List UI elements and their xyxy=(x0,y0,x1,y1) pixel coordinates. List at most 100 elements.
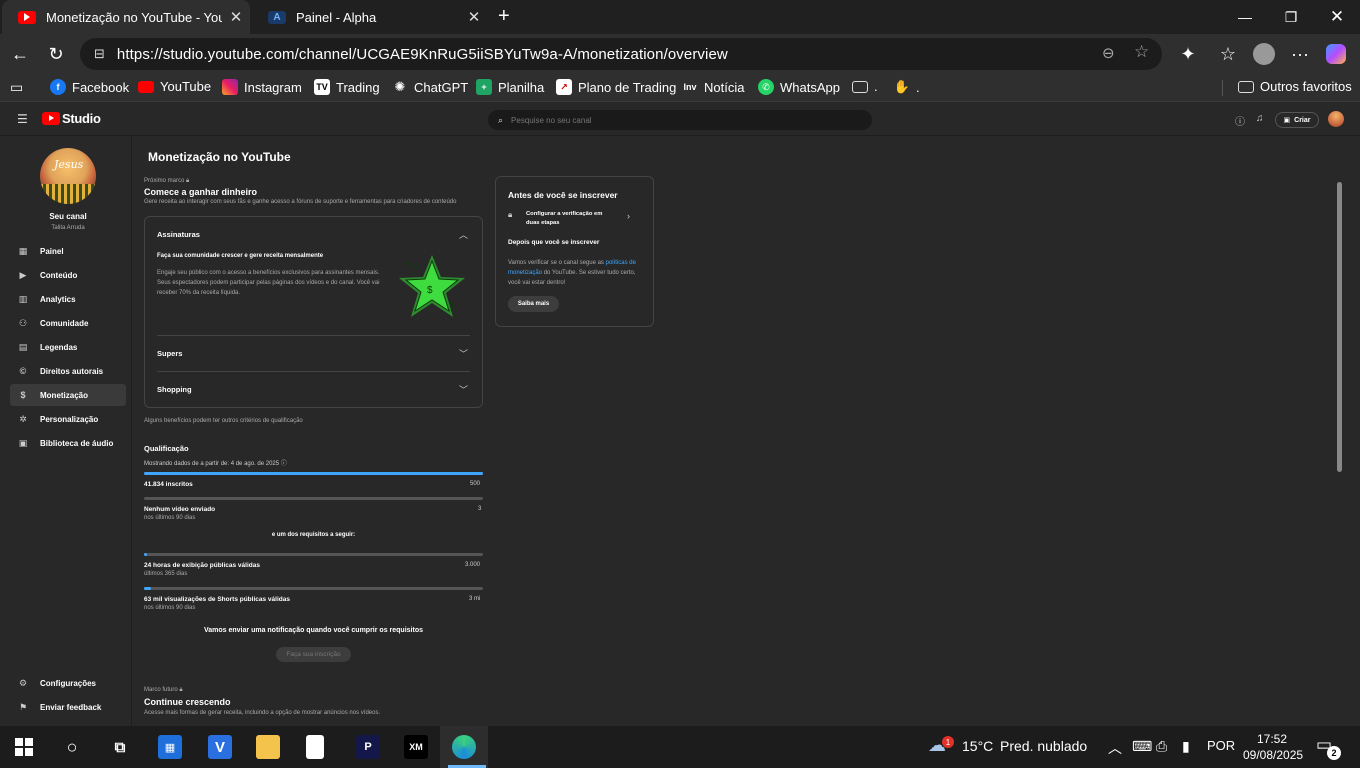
shorts-views-period: nos últimos 90 dias xyxy=(144,605,196,611)
bookmark-chatgpt[interactable]: ✺ ChatGPT xyxy=(392,79,469,95)
after-title: Depois que você se inscrever xyxy=(508,239,600,246)
clock-date[interactable]: 09/08/2025 xyxy=(1243,748,1303,762)
sidebar-item-biblioteca-de-audio[interactable]: ▣ Biblioteca de áudio xyxy=(10,432,126,454)
sidebar-item-analytics[interactable]: ▥ Analytics xyxy=(10,288,126,310)
bookmark-facebook[interactable]: f Facebook xyxy=(50,79,129,95)
chevron-down-icon[interactable]: ﹀ xyxy=(459,347,468,360)
clock-time[interactable]: 17:52 xyxy=(1243,732,1301,746)
progress-fill xyxy=(144,553,148,556)
back-icon[interactable]: ← xyxy=(6,40,34,68)
apply-button[interactable]: Faça sua inscrição xyxy=(276,647,351,662)
tradingview-icon: TV xyxy=(314,79,330,95)
task-view-icon[interactable]: ⧉ xyxy=(108,735,132,759)
minimize-icon[interactable]: — xyxy=(1222,0,1268,34)
bookmark-whatsapp[interactable]: ✆ WhatsApp xyxy=(758,79,840,95)
chevron-down-icon[interactable]: ﹀ xyxy=(459,383,468,396)
address-bar[interactable]: ⊟ https://studio.youtube.com/channel/UCG… xyxy=(80,38,1162,70)
notepad-icon[interactable] xyxy=(306,735,324,759)
accordion-subscriptions[interactable]: Assinaturas xyxy=(157,230,200,239)
bookmark-youtube[interactable]: YouTube xyxy=(138,79,211,94)
progress-fill xyxy=(144,587,151,590)
sidebar-item-monetizacao[interactable]: $ Monetização xyxy=(10,384,126,406)
tab-painel-alpha[interactable]: A Painel - Alpha ✕ xyxy=(252,0,488,34)
sidebar-item-enviar-feedback[interactable]: ⚑ Enviar feedback xyxy=(10,696,126,718)
dollar-icon: $ xyxy=(20,390,26,400)
tab-youtube-studio[interactable]: Monetização no YouTube - YouTube Studio … xyxy=(2,0,250,34)
collections-icon[interactable]: ▭ xyxy=(10,79,23,96)
sidebar-item-comunidade[interactable]: ⚇ Comunidade xyxy=(10,312,126,334)
app-p-icon[interactable]: P xyxy=(356,735,380,759)
bookmark-folder[interactable]: . xyxy=(852,79,878,94)
channel-handle: Talita Arruda xyxy=(51,225,85,231)
language-indicator[interactable]: POR xyxy=(1207,738,1235,753)
favorites-icon[interactable]: ☆ xyxy=(1214,40,1242,68)
content-icon: ▶ xyxy=(19,269,27,280)
close-tab-icon[interactable]: ✕ xyxy=(222,8,250,26)
chevron-up-icon[interactable]: ︿ xyxy=(459,228,468,241)
profile-icon[interactable] xyxy=(1250,40,1278,68)
page-scrollbar[interactable] xyxy=(1337,182,1342,472)
search-circle-icon[interactable]: ○ xyxy=(60,735,84,759)
bookmark-plano-de-trading[interactable]: ↗ Plano de Trading xyxy=(556,79,676,95)
info-icon: ⓘ xyxy=(280,461,287,467)
chevron-right-icon[interactable]: › xyxy=(627,211,630,221)
accordion-shopping[interactable]: Shopping xyxy=(157,385,192,394)
magic-wand-icon: ✲ xyxy=(19,413,27,424)
channel-avatar[interactable]: Jesus xyxy=(40,148,96,204)
weather-temp[interactable]: 15°C xyxy=(962,738,993,754)
search-input[interactable] xyxy=(511,115,832,125)
future-description: Acesse mais formas de gerar receita, inc… xyxy=(144,710,381,716)
before-you-apply-card: Antes de você se inscrever 🔒︎ Configurar… xyxy=(495,176,654,327)
network-icon[interactable]: ⌨ xyxy=(1132,738,1152,755)
two-step-verification-step[interactable]: Configurar a verificação em duas etapas xyxy=(526,210,614,228)
benefits-accordion: Assinaturas ︿ Faça sua comunidade cresce… xyxy=(144,216,483,408)
reload-icon[interactable]: ↻ xyxy=(42,40,70,68)
sidebar-item-legendas[interactable]: ▤ Legendas xyxy=(10,336,126,358)
shorts-views-progress xyxy=(144,587,483,590)
channel-search[interactable]: ⌕ xyxy=(488,110,872,130)
studio-logo[interactable]: Studio xyxy=(42,111,101,126)
copilot-icon[interactable] xyxy=(1322,40,1350,68)
file-explorer-icon[interactable] xyxy=(256,735,280,759)
edge-browser-icon[interactable] xyxy=(452,735,476,759)
new-tab-icon[interactable]: + xyxy=(498,5,510,28)
close-window-icon[interactable]: ✕ xyxy=(1314,0,1360,34)
help-icon[interactable]: ⓘ xyxy=(1235,113,1245,128)
bookmark-trading[interactable]: TV Trading xyxy=(314,79,380,95)
notifications-bell-icon[interactable]: ♫ xyxy=(1256,113,1264,124)
show-hidden-icons-icon[interactable]: ︿ xyxy=(1108,738,1122,758)
zoom-icon[interactable]: ⊖ xyxy=(1102,44,1115,62)
sidebar-item-personalizacao[interactable]: ✲ Personalização xyxy=(10,408,126,430)
create-button[interactable]: ▣ Criar xyxy=(1275,112,1319,128)
sidebar-item-direitos-autorais[interactable]: © Direitos autorais xyxy=(10,360,126,382)
weather-desc[interactable]: Pred. nublado xyxy=(1000,738,1087,754)
xm-icon[interactable]: XM xyxy=(404,735,428,759)
account-avatar[interactable] xyxy=(1328,111,1344,127)
site-info-icon[interactable]: ⊟ xyxy=(94,46,105,62)
bookmark-noticia[interactable]: Inv Notícia xyxy=(682,79,744,95)
other-favorites[interactable]: Outros favoritos xyxy=(1238,79,1352,94)
bookmark-planilha[interactable]: + Planilha xyxy=(476,79,544,95)
app-v-icon[interactable]: V xyxy=(208,735,232,759)
accordion-supers[interactable]: Supers xyxy=(157,349,182,358)
more-menu-icon[interactable]: ··· xyxy=(1286,40,1314,68)
sidebar-item-configuracoes[interactable]: ⚙ Configurações xyxy=(10,672,126,694)
bookmark-instagram[interactable]: Instagram xyxy=(222,79,302,95)
extensions-icon[interactable]: ✦ xyxy=(1174,40,1202,68)
sidebar-item-conteudo[interactable]: ▶ Conteúdo xyxy=(10,264,126,286)
camera-icon[interactable]: ⎙ xyxy=(1156,738,1167,755)
learn-more-button[interactable]: Saiba mais xyxy=(508,296,559,312)
notification-count: 2 xyxy=(1327,746,1341,760)
sidebar-item-painel[interactable]: ▦ Painel xyxy=(10,240,126,262)
watch-hours-target: 3.000 xyxy=(465,562,481,568)
maximize-icon[interactable]: ❐ xyxy=(1268,0,1314,34)
volume-icon[interactable]: ▮ xyxy=(1182,738,1190,755)
bookmark-hands[interactable]: ✋. xyxy=(894,79,920,95)
hamburger-menu-icon[interactable]: ☰ xyxy=(17,112,28,126)
youtube-logo-icon xyxy=(42,112,60,125)
start-windows-icon[interactable] xyxy=(12,735,36,759)
close-tab-icon[interactable]: ✕ xyxy=(460,8,488,26)
favorite-star-icon[interactable]: ☆ xyxy=(1134,42,1149,62)
calendar-app-icon[interactable]: ▦ xyxy=(158,735,182,759)
subscriptions-heading: Faça sua comunidade crescer e gere recei… xyxy=(157,253,324,259)
